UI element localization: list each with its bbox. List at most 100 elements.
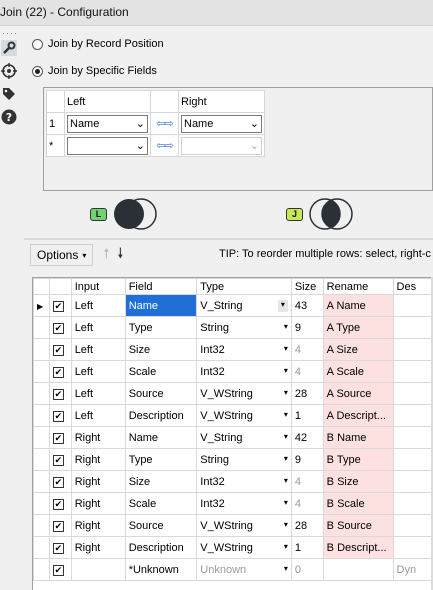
field-name-cell[interactable]: *Unknown: [124, 558, 198, 581]
description-cell[interactable]: [392, 492, 433, 515]
description-cell[interactable]: [392, 338, 433, 361]
row-selector[interactable]: ▶: [33, 294, 50, 317]
row-selector[interactable]: [33, 382, 50, 405]
row-selector[interactable]: [33, 360, 50, 383]
size-cell[interactable]: 9: [290, 448, 324, 471]
size-cell[interactable]: 4: [290, 492, 324, 515]
table-row[interactable]: ✔ Right Scale Int32 ▾ 4 B Scale: [33, 492, 433, 515]
tag-icon[interactable]: [0, 85, 18, 103]
size-cell[interactable]: 43: [290, 294, 324, 317]
keep-checkbox[interactable]: ✔: [48, 338, 72, 361]
row-selector[interactable]: [33, 316, 50, 339]
rename-cell[interactable]: B Descript...: [322, 536, 394, 559]
checkmark-icon[interactable]: ✔: [52, 410, 64, 422]
rename-cell[interactable]: A Scale: [322, 360, 394, 383]
rename-cell[interactable]: B Type: [322, 448, 394, 471]
type-select[interactable]: V_WString ▾: [196, 536, 292, 559]
description-cell[interactable]: [392, 470, 433, 493]
type-select[interactable]: V_String ▾: [196, 294, 292, 317]
size-cell[interactable]: 4: [290, 338, 324, 361]
type-select[interactable]: Unknown ▾: [196, 558, 292, 581]
keep-checkbox[interactable]: ✔: [48, 536, 72, 559]
left-field-select[interactable]: Name ⌄: [67, 114, 148, 133]
col-header-size[interactable]: Size: [290, 278, 324, 295]
size-cell[interactable]: 4: [290, 470, 324, 493]
keep-checkbox[interactable]: ✔: [48, 404, 72, 427]
keep-checkbox[interactable]: ✔: [48, 382, 72, 405]
checkmark-icon[interactable]: ✔: [52, 564, 64, 576]
row-selector[interactable]: [33, 492, 50, 515]
checkmark-icon[interactable]: ✔: [52, 542, 64, 554]
table-row[interactable]: ✔ Right Source V_WString ▾ 28 B Source: [33, 514, 433, 537]
type-select[interactable]: V_WString ▾: [196, 404, 292, 427]
row-selector[interactable]: [33, 558, 50, 581]
arrow-up-icon[interactable]: 🠕: [103, 243, 109, 267]
size-cell[interactable]: 1: [290, 536, 324, 559]
description-cell[interactable]: Dyn: [392, 558, 433, 581]
description-cell[interactable]: [392, 360, 433, 383]
description-cell[interactable]: [392, 536, 433, 559]
right-field-select[interactable]: Name ⌄: [181, 114, 262, 133]
table-row[interactable]: ✔ Right Name V_String ▾ 42 B Name: [33, 426, 433, 449]
type-select[interactable]: V_WString ▾: [196, 514, 292, 537]
table-row[interactable]: ✔ Right Description V_WString ▾ 1 B Descript..…: [33, 536, 433, 559]
size-cell[interactable]: 0: [290, 558, 324, 581]
type-select[interactable]: String ▾: [196, 316, 292, 339]
field-name-cell[interactable]: Type: [124, 448, 198, 471]
keep-checkbox[interactable]: ✔: [48, 470, 72, 493]
target-icon[interactable]: [0, 62, 18, 80]
keep-checkbox[interactable]: ✔: [48, 558, 72, 581]
size-cell[interactable]: 28: [290, 514, 324, 537]
size-cell[interactable]: 9: [290, 316, 324, 339]
rename-cell[interactable]: A Source: [322, 382, 394, 405]
checkmark-icon[interactable]: ✔: [52, 432, 64, 444]
row-selector[interactable]: [33, 514, 50, 537]
help-icon[interactable]: ?: [0, 108, 18, 126]
keep-checkbox[interactable]: ✔: [48, 360, 72, 383]
type-select[interactable]: Int32 ▾: [196, 492, 292, 515]
field-name-cell[interactable]: Description: [124, 404, 198, 427]
rename-cell[interactable]: B Scale: [322, 492, 394, 515]
keep-checkbox[interactable]: ✔: [48, 294, 72, 317]
wrench-icon[interactable]: [0, 39, 18, 57]
keep-checkbox[interactable]: ✔: [48, 426, 72, 449]
field-name-cell[interactable]: Size: [124, 338, 198, 361]
panel-splitter[interactable]: [24, 238, 433, 240]
description-cell[interactable]: [392, 404, 433, 427]
field-name-cell[interactable]: Size: [124, 470, 198, 493]
description-cell[interactable]: [392, 382, 433, 405]
row-selector[interactable]: [33, 338, 50, 361]
rename-cell[interactable]: A Type: [322, 316, 394, 339]
table-row[interactable]: ✔ Right Type String ▾ 9 B Type: [33, 448, 433, 471]
checkmark-icon[interactable]: ✔: [52, 520, 64, 532]
field-name-cell[interactable]: Source: [124, 382, 198, 405]
type-select[interactable]: V_String ▾: [196, 426, 292, 449]
table-row[interactable]: ▶ ✔ Left Name V_String ▾ 43 A Name: [33, 294, 433, 317]
size-cell[interactable]: 4: [290, 360, 324, 383]
field-name-cell[interactable]: Type: [124, 316, 198, 339]
size-cell[interactable]: 1: [290, 404, 324, 427]
rename-cell[interactable]: A Descript...: [322, 404, 394, 427]
join-by-fields-radio[interactable]: [32, 65, 43, 77]
field-name-cell[interactable]: Source: [124, 514, 198, 537]
field-name-cell[interactable]: Description: [124, 536, 198, 559]
table-row[interactable]: ✔ Left Source V_WString ▾ 28 A Source: [33, 382, 433, 405]
row-selector[interactable]: [33, 470, 50, 493]
col-header-description[interactable]: Des: [392, 278, 433, 295]
checkmark-icon[interactable]: ✔: [52, 322, 64, 334]
table-row[interactable]: ✔ *Unknown Unknown ▾ 0 Dyn: [33, 558, 433, 581]
checkmark-icon[interactable]: ✔: [52, 454, 64, 466]
field-name-cell[interactable]: Scale: [124, 360, 198, 383]
rename-cell[interactable]: A Name: [322, 294, 394, 317]
checkmark-icon[interactable]: ✔: [52, 476, 64, 488]
checkmark-icon[interactable]: ✔: [52, 300, 64, 312]
description-cell[interactable]: [392, 514, 433, 537]
field-name-cell[interactable]: Name: [124, 294, 198, 317]
table-row[interactable]: ✔ Left Scale Int32 ▾ 4 A Scale: [33, 360, 433, 383]
description-cell[interactable]: [392, 448, 433, 471]
size-cell[interactable]: 28: [290, 382, 324, 405]
type-select[interactable]: Int32 ▾: [196, 360, 292, 383]
description-cell[interactable]: [392, 294, 433, 317]
description-cell[interactable]: [392, 316, 433, 339]
rename-cell[interactable]: B Name: [322, 426, 394, 449]
